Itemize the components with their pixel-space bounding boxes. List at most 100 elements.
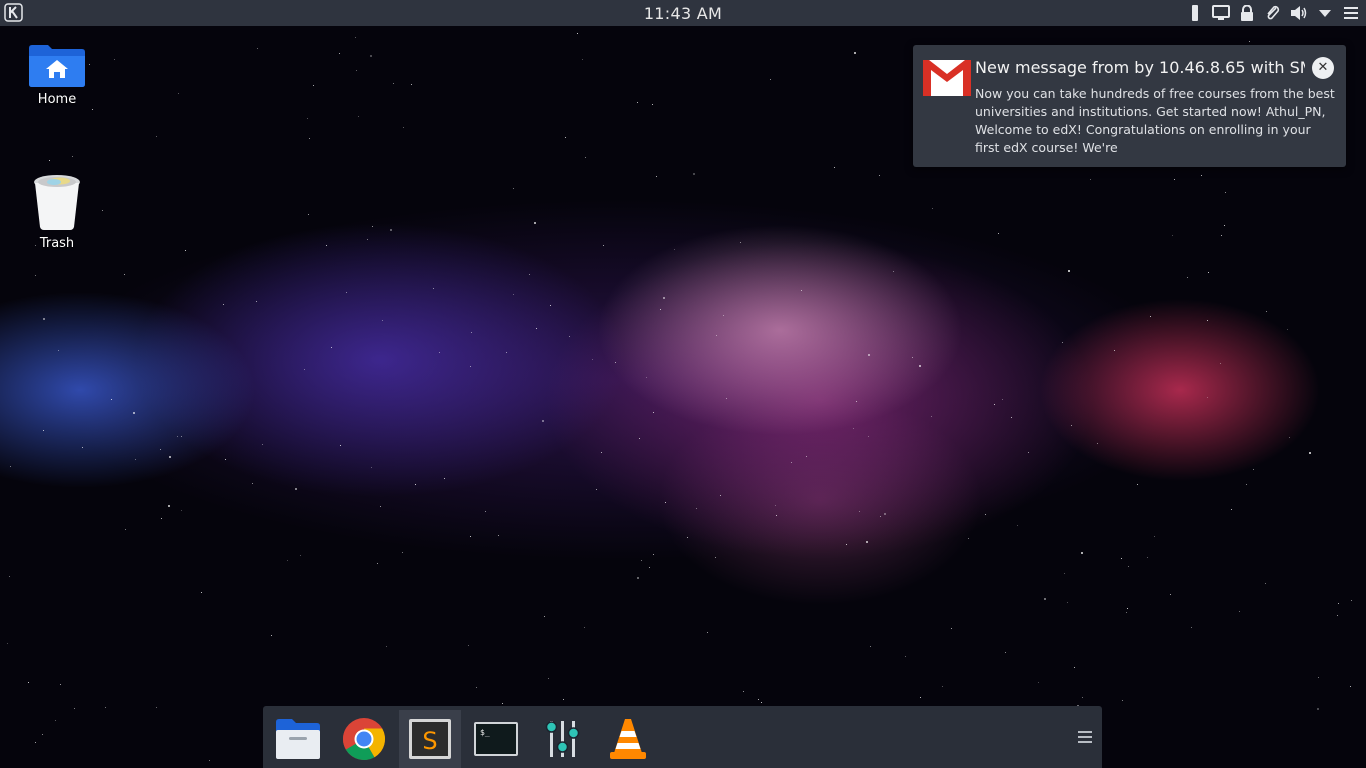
battery-icon[interactable] — [1186, 4, 1204, 22]
star — [168, 505, 170, 507]
star — [1309, 452, 1311, 454]
star — [223, 304, 224, 305]
star — [801, 290, 802, 291]
star — [791, 462, 792, 463]
star — [912, 357, 913, 358]
star — [880, 516, 881, 517]
star — [985, 514, 986, 515]
star — [1064, 573, 1065, 574]
star — [1266, 311, 1267, 312]
gmail-icon — [923, 60, 971, 96]
desktop-icon-home[interactable]: Home — [12, 42, 102, 107]
star — [868, 354, 870, 356]
star — [331, 347, 332, 348]
top-panel: 11:43 AM — [0, 0, 1366, 26]
star — [309, 138, 310, 139]
star — [1147, 557, 1148, 558]
star — [1071, 425, 1072, 426]
star — [1221, 235, 1222, 236]
star — [287, 560, 288, 561]
star — [102, 210, 103, 211]
star — [9, 576, 10, 577]
star — [646, 377, 647, 378]
star — [870, 646, 871, 647]
notification-popup[interactable]: New message from by 10.46.8.65 with SM..… — [913, 45, 1346, 167]
trash-icon — [12, 172, 102, 232]
star — [470, 366, 471, 367]
star — [715, 557, 716, 558]
expand-arrow-icon[interactable] — [1316, 4, 1334, 22]
star — [485, 511, 486, 512]
terminal-icon[interactable]: $_ — [465, 710, 527, 768]
desktop-icon-trash[interactable]: Trash — [12, 172, 102, 251]
menu-icon[interactable] — [1342, 4, 1360, 22]
star — [723, 315, 724, 316]
star — [415, 484, 416, 485]
star — [563, 699, 564, 700]
dock-menu-icon[interactable] — [1076, 728, 1094, 746]
star — [49, 160, 50, 161]
star — [775, 505, 776, 506]
star — [114, 59, 115, 60]
star — [513, 188, 514, 189]
star — [1265, 583, 1266, 584]
star — [178, 93, 179, 94]
star — [1207, 397, 1208, 398]
star — [1067, 602, 1068, 603]
star — [1220, 363, 1221, 364]
system-tray — [1186, 3, 1360, 23]
close-icon[interactable]: ✕ — [1312, 57, 1334, 79]
star — [584, 627, 585, 628]
star — [879, 175, 880, 176]
volume-icon[interactable] — [1290, 4, 1308, 22]
star — [370, 55, 372, 57]
star — [550, 305, 551, 306]
star — [498, 535, 499, 536]
star — [402, 552, 403, 553]
star — [707, 632, 708, 633]
files-icon[interactable] — [267, 710, 329, 768]
chrome-icon[interactable] — [333, 710, 395, 768]
star — [476, 687, 477, 688]
star — [367, 239, 368, 240]
star — [743, 691, 744, 692]
star — [806, 456, 807, 457]
star — [893, 271, 894, 272]
star — [1224, 225, 1225, 226]
clock[interactable]: 11:43 AM — [0, 4, 1366, 23]
star — [1170, 594, 1171, 595]
star — [884, 513, 886, 515]
star — [641, 560, 642, 561]
star — [866, 541, 868, 543]
star — [471, 332, 472, 333]
star — [652, 104, 653, 105]
star — [262, 444, 263, 445]
star — [181, 436, 182, 437]
star — [105, 707, 106, 708]
clipboard-icon[interactable] — [1264, 4, 1282, 22]
star — [256, 301, 257, 302]
lock-icon[interactable] — [1238, 4, 1256, 22]
star — [513, 294, 514, 295]
mixer-icon[interactable] — [531, 710, 593, 768]
svg-text:S: S — [422, 727, 437, 755]
star — [639, 438, 640, 439]
star — [1082, 697, 1083, 698]
star — [411, 84, 412, 85]
star — [1337, 615, 1338, 616]
vlc-icon[interactable] — [597, 710, 659, 768]
svg-text:$_: $_ — [480, 728, 490, 737]
sublime-text-icon[interactable]: S — [399, 710, 461, 768]
star — [565, 137, 566, 138]
star — [868, 436, 869, 437]
star — [307, 118, 308, 119]
star — [257, 48, 258, 49]
notification-title: New message from by 10.46.8.65 with SM..… — [975, 58, 1305, 77]
star — [1187, 277, 1188, 278]
star — [271, 635, 272, 636]
star — [859, 511, 860, 512]
star — [660, 309, 661, 310]
display-icon[interactable] — [1212, 4, 1230, 22]
star — [1002, 399, 1003, 400]
star — [1207, 320, 1208, 321]
